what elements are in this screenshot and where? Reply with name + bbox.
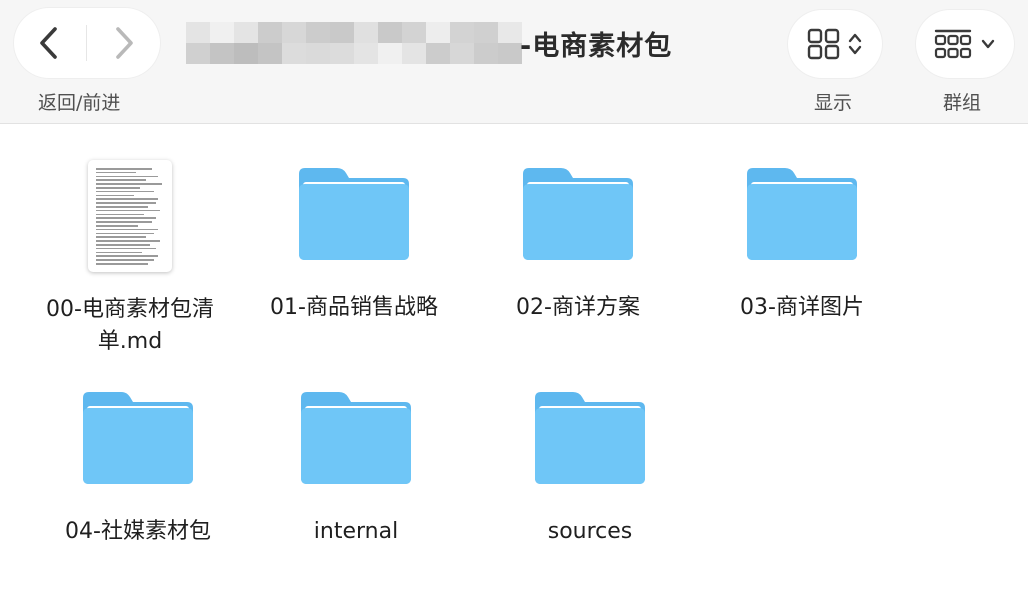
document-text-line	[96, 183, 162, 185]
document-text-line	[96, 221, 152, 223]
mosaic-cell	[450, 43, 474, 64]
mosaic-cell	[210, 22, 234, 43]
document-text-line	[96, 168, 152, 170]
chevron-right-icon	[116, 27, 133, 59]
folder-name: 04-社媒素材包	[65, 519, 211, 544]
grid-view-icon	[807, 28, 840, 60]
folder-item-sources[interactable]: sources	[490, 388, 690, 548]
folder-item-internal[interactable]: internal	[256, 388, 456, 548]
folder-icon	[747, 168, 857, 260]
folder-item-03[interactable]: 03-商详图片	[702, 164, 902, 324]
mosaic-cell	[426, 43, 450, 64]
toolbar: 返回/前进 -电商素材包 显示 群组	[0, 0, 1028, 124]
mosaic-cell	[258, 43, 282, 64]
document-text-line	[96, 232, 154, 235]
document-text-line	[96, 240, 160, 242]
document-text-line	[96, 194, 134, 197]
mosaic-cell	[282, 43, 306, 64]
mosaic-cell	[498, 22, 522, 43]
document-text-line	[96, 236, 146, 238]
document-text-line	[96, 175, 158, 178]
document-text-line	[96, 213, 144, 216]
mosaic-cell	[474, 22, 498, 43]
document-text-line	[96, 247, 156, 250]
mosaic-cell	[330, 43, 354, 64]
document-text-line	[96, 198, 158, 200]
mosaic-cell	[354, 22, 378, 43]
view-label: 显示	[814, 92, 853, 114]
mosaic-cell	[378, 22, 402, 43]
folder-icon	[83, 392, 193, 484]
mosaic-cell	[474, 43, 498, 64]
document-text-line	[96, 202, 156, 204]
file-name: 00-电商素材包清 单.md	[20, 294, 240, 358]
folder-name: internal	[313, 519, 399, 544]
document-text-line	[96, 190, 154, 193]
window-title-text: -电商素材包	[520, 30, 673, 62]
mosaic-cell	[498, 43, 522, 64]
mosaic-cell	[402, 43, 426, 64]
mosaic-cell	[234, 43, 258, 64]
document-text-line	[96, 263, 148, 265]
document-text-line	[96, 228, 158, 231]
group-label: 群组	[943, 92, 982, 114]
folder-name: 02-商详方案	[516, 295, 640, 320]
mosaic-cell	[402, 22, 426, 43]
folder-item-04[interactable]: 04-社媒素材包	[38, 388, 238, 548]
folder-name: 01-商品销售战略	[270, 295, 438, 320]
back-forward-label: 返回/前进	[38, 92, 121, 114]
back-button[interactable]	[14, 8, 86, 78]
navigation-pill	[14, 8, 160, 78]
mosaic-cell	[354, 43, 378, 64]
chevron-left-icon	[40, 27, 57, 59]
markdown-document-icon	[88, 160, 172, 272]
document-text-line	[96, 244, 150, 246]
mosaic-cell	[186, 43, 210, 64]
folder-item-02[interactable]: 02-商详方案	[478, 164, 678, 324]
document-text-line	[96, 255, 158, 257]
view-options-button[interactable]	[788, 10, 882, 78]
folder-item-01[interactable]: 01-商品销售战略	[254, 164, 454, 324]
mosaic-cell	[282, 22, 306, 43]
forward-button[interactable]	[87, 8, 159, 78]
document-text-line	[96, 171, 136, 174]
folder-icon	[535, 392, 645, 484]
mosaic-cell	[258, 22, 282, 43]
file-name-line2: 单.md	[97, 329, 163, 354]
folder-name: sources	[547, 519, 633, 544]
group-icon	[934, 29, 972, 59]
finder-window: 返回/前进 -电商素材包 显示 群组 00-电商素材包清 单.md 01-商品销…	[0, 0, 1028, 610]
mosaic-cell	[450, 22, 474, 43]
pixelated-redaction	[186, 22, 522, 64]
document-text-line	[96, 259, 154, 261]
mosaic-cell	[306, 22, 330, 43]
document-text-line	[96, 179, 146, 181]
document-text-line	[96, 251, 142, 254]
document-text-line	[96, 206, 148, 208]
chevron-up-down-icon	[848, 33, 862, 55]
folder-icon	[523, 168, 633, 260]
mosaic-cell	[210, 43, 234, 64]
file-name-line1: 00-电商素材包清	[46, 297, 214, 322]
mosaic-cell	[234, 22, 258, 43]
folder-name: 03-商详图片	[740, 295, 864, 320]
folder-icon	[301, 392, 411, 484]
document-text-line	[96, 209, 160, 212]
mosaic-cell	[330, 22, 354, 43]
window-title: -电商素材包	[186, 18, 672, 68]
mosaic-cell	[306, 43, 330, 64]
mosaic-cell	[426, 22, 450, 43]
mosaic-cell	[378, 43, 402, 64]
document-text-line	[96, 187, 140, 189]
document-text-line	[96, 217, 156, 219]
document-text-line	[96, 225, 138, 227]
mosaic-cell	[186, 22, 210, 43]
group-options-button[interactable]	[916, 10, 1014, 78]
folder-icon	[299, 168, 409, 260]
chevron-down-icon	[981, 39, 995, 49]
